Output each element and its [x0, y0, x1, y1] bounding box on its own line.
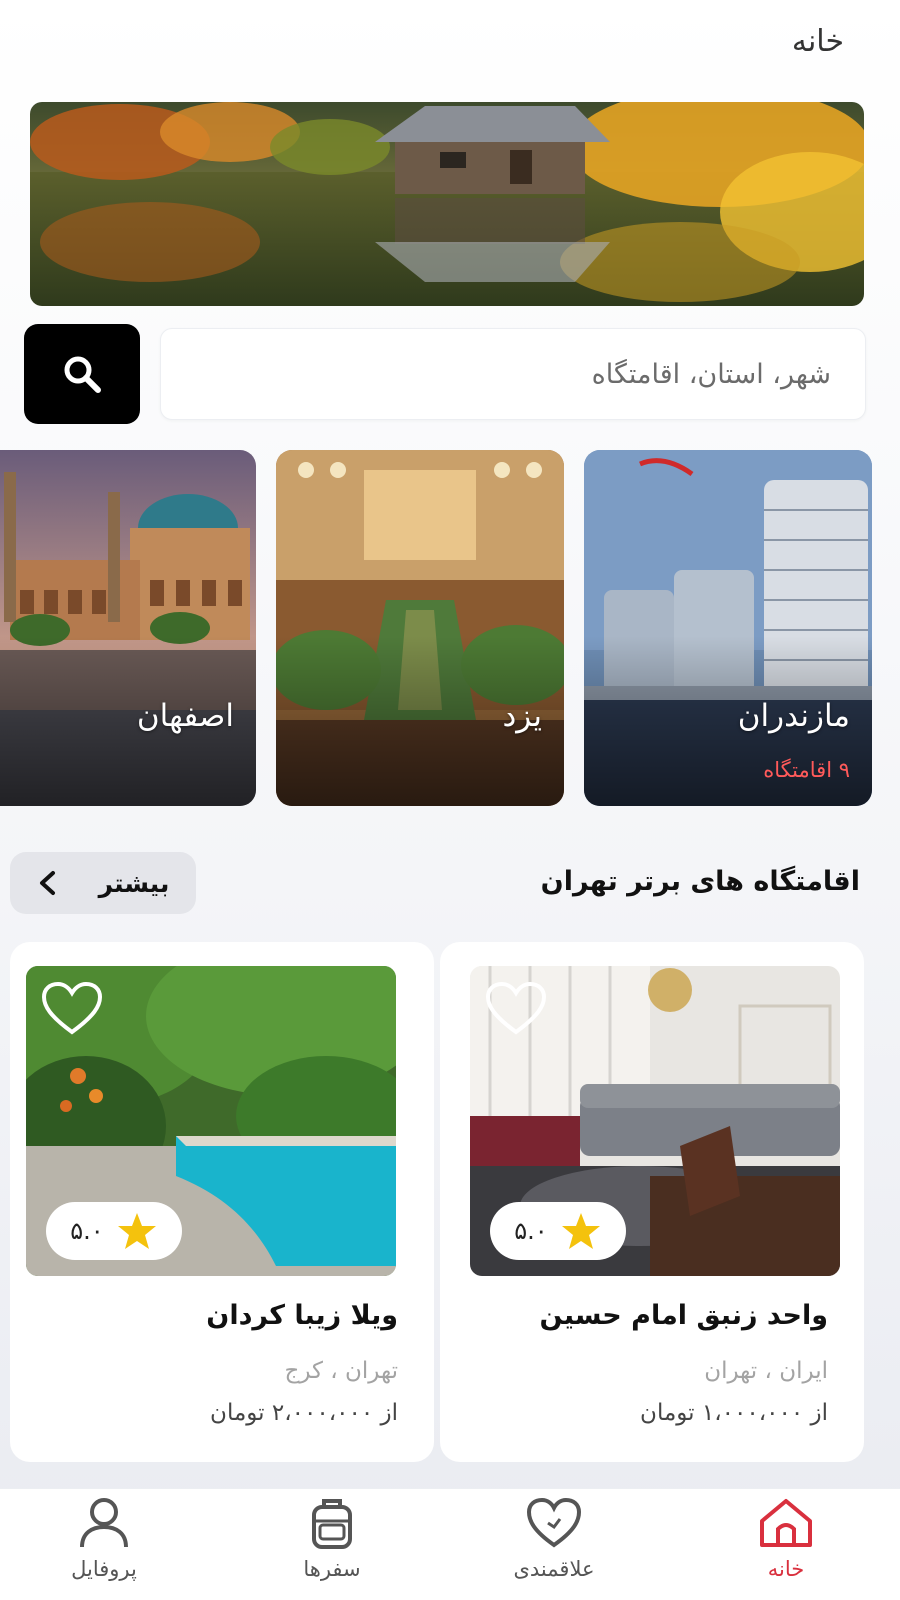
nav-item-profile[interactable]: پروفایل: [24, 1495, 184, 1599]
listing-card-2[interactable]: ۵.۰ ویلا زیبا کردان تهران ، کرج از ۲،۰۰۰…: [10, 942, 434, 1462]
listing-image: ۵.۰: [26, 966, 396, 1276]
rating-value: ۵.۰: [514, 1217, 548, 1245]
rating-badge: ۵.۰: [490, 1202, 626, 1260]
listing-price: از ۱،۰۰۰،۰۰۰ تومان: [640, 1400, 828, 1426]
listing-title: ویلا زیبا کردان: [206, 1300, 398, 1331]
user-icon: [80, 1498, 128, 1548]
search-icon: [64, 356, 101, 393]
listing-title: واحد زنبق امام حسین: [539, 1300, 828, 1331]
hero-banner-image: [30, 102, 864, 306]
rating-value: ۵.۰: [70, 1217, 104, 1245]
nav-label: سفرها: [303, 1557, 361, 1581]
city-card-yazd[interactable]: یزد: [276, 450, 564, 806]
nav-label: پروفایل: [71, 1557, 137, 1581]
city-name: مازندران: [737, 698, 850, 734]
page-title: خانه: [791, 24, 844, 59]
more-button[interactable]: بیشتر: [10, 852, 196, 914]
favorite-button[interactable]: [484, 980, 548, 1042]
favorite-button[interactable]: [40, 980, 104, 1042]
more-button-label: بیشتر: [98, 868, 170, 898]
heart-icon: [41, 981, 103, 1035]
search-input[interactable]: [161, 358, 831, 390]
home-icon: [760, 1499, 812, 1547]
listing-price: از ۲،۰۰۰،۰۰۰ تومان: [210, 1400, 398, 1426]
rating-badge: ۵.۰: [46, 1202, 182, 1260]
heart-icon: [526, 1497, 582, 1548]
listing-card-1[interactable]: ۵.۰ واحد زنبق امام حسین ایران ، تهران از…: [440, 942, 864, 1462]
search-button[interactable]: [24, 324, 140, 424]
listing-location: ایران ، تهران: [704, 1358, 828, 1384]
chevron-left-icon: [39, 871, 55, 895]
city-name: اصفهان: [136, 698, 234, 734]
nav-item-trips[interactable]: سفرها: [252, 1495, 412, 1599]
bottom-nav: خانه علاقمندی سفرها پروفایل: [0, 1488, 900, 1600]
heart-icon: [485, 981, 547, 1035]
backpack-icon: [312, 1499, 352, 1549]
star-icon: [117, 1213, 156, 1249]
star-icon: [561, 1213, 600, 1249]
city-name: یزد: [502, 698, 542, 734]
city-card-isfahan[interactable]: اصفهان: [0, 450, 256, 806]
city-card-mazandaran[interactable]: مازندران ۹ اقامتگاه: [584, 450, 872, 806]
nav-item-home[interactable]: خانه: [706, 1495, 866, 1599]
section-title: اقامتگاه های برتر تهران: [540, 866, 860, 897]
city-count: ۹ اقامتگاه: [763, 758, 850, 782]
listing-image: ۵.۰: [470, 966, 840, 1276]
search-field[interactable]: [160, 328, 866, 420]
nav-label: علاقمندی: [513, 1557, 595, 1581]
nav-item-favorites[interactable]: علاقمندی: [474, 1495, 634, 1599]
listing-location: تهران ، کرج: [284, 1358, 398, 1384]
nav-label: خانه: [767, 1557, 805, 1581]
